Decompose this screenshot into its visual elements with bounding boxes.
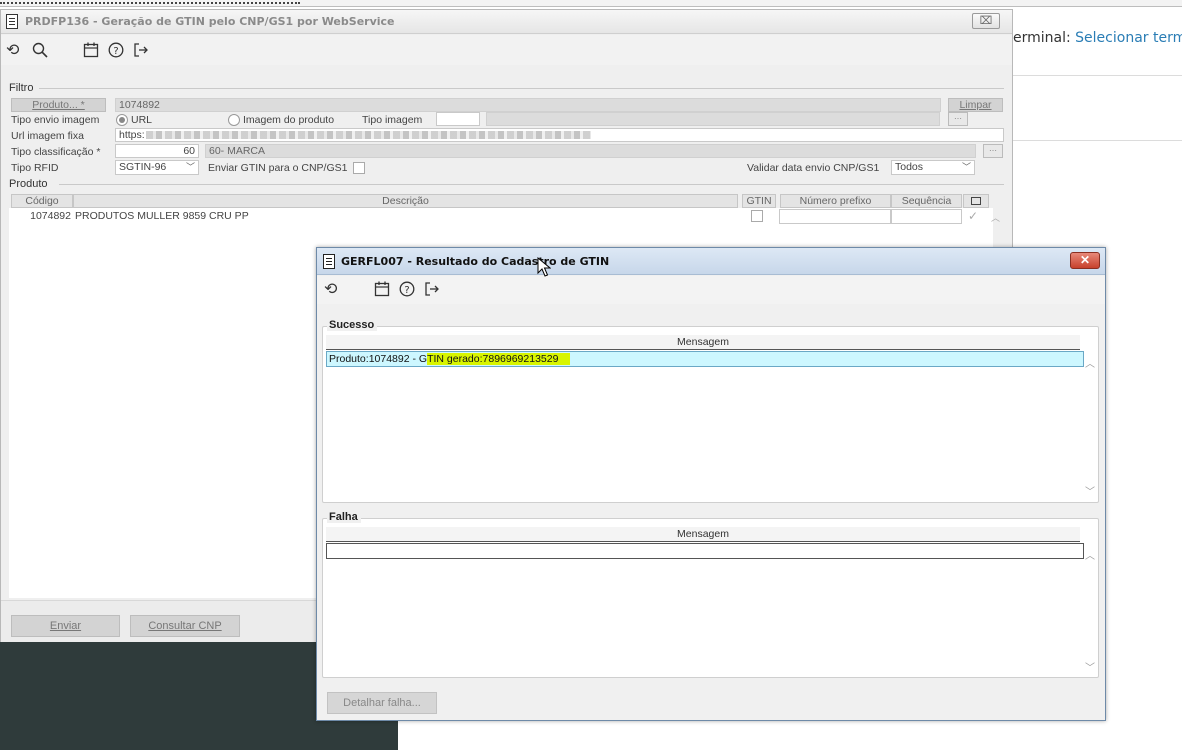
dialog-title: GERFL007 - Resultado do Cadastro de GTIN	[341, 255, 610, 268]
undo-icon[interactable]: ⟲	[6, 42, 19, 58]
enviar-label: Enviar	[49, 620, 82, 632]
tipo-imagem-lookup-button[interactable]: ⋯	[948, 112, 968, 126]
dialog-titlebar[interactable]: GERFL007 - Resultado do Cadastro de GTIN…	[317, 248, 1105, 275]
divider	[1013, 140, 1182, 141]
help-icon[interactable]: ?	[399, 281, 415, 300]
radio-url[interactable]	[116, 114, 128, 126]
scroll-up-icon[interactable]: ︿	[991, 211, 1000, 224]
validar-data-label: Validar data envio CNP/GS1	[747, 162, 880, 174]
url-value: https:	[119, 129, 145, 141]
radio-url-label: URL	[131, 114, 153, 126]
exit-icon[interactable]	[133, 42, 149, 61]
help-icon[interactable]: ?	[108, 42, 124, 61]
tipo-classificacao-label: Tipo classificação *	[11, 146, 101, 158]
falha-empty-row[interactable]	[326, 543, 1084, 559]
svg-text:?: ?	[404, 285, 409, 296]
dialog-body: Mensagem Produto:1074892 - GTIN gerado:7…	[317, 304, 1105, 720]
tipo-rfid-value: SGTIN-96	[119, 161, 167, 173]
background-top-strip	[0, 0, 1182, 7]
row-check-icon[interactable]: ✓	[968, 209, 978, 223]
scroll-down-icon[interactable]: ﹀	[1085, 483, 1095, 498]
tipo-classificacao-desc-field: 60- MARCA	[205, 144, 976, 158]
produto-legend: Produto	[9, 178, 51, 190]
document-icon	[6, 14, 18, 29]
main-window-title: PRDFP136 - Geração de GTIN pelo CNP/GS1 …	[25, 15, 395, 28]
main-toolbar: ⟲ ?	[1, 35, 1012, 65]
col-codigo[interactable]: Código	[11, 194, 73, 208]
tipo-imagem-desc-field	[486, 112, 940, 126]
select-all-toggle[interactable]	[963, 194, 989, 208]
tipo-rfid-label: Tipo RFID	[11, 162, 59, 174]
terminal-link[interactable]: Selecionar termin	[1075, 30, 1182, 46]
consultar-cnp-button[interactable]: Consultar CNP	[130, 615, 240, 637]
exit-icon[interactable]	[424, 281, 440, 300]
cell-codigo[interactable]: 1074892	[11, 209, 73, 225]
sucesso-header-mensagem[interactable]: Mensagem	[326, 335, 1080, 350]
sucesso-row[interactable]: Produto:1074892 - GTIN gerado:7896969213…	[326, 351, 1084, 367]
sucesso-section: Mensagem Produto:1074892 - GTIN gerado:7…	[322, 326, 1099, 503]
sucesso-legend: Sucesso	[327, 319, 378, 331]
scroll-up-icon[interactable]: ︿	[1085, 355, 1095, 370]
col-numero-prefixo[interactable]: Número prefixo	[780, 194, 891, 208]
terminal-selector: erminal: Selecionar termin	[1013, 30, 1182, 46]
url-label: Url imagem fixa	[11, 130, 84, 142]
chevron-down-icon: ﹀	[961, 162, 971, 172]
sequencia-field[interactable]	[891, 209, 962, 224]
scroll-down-icon[interactable]: ﹀	[1085, 659, 1095, 674]
document-icon	[323, 254, 335, 269]
enviar-gtin-checkbox[interactable]	[353, 162, 365, 174]
validar-data-value: Todos	[895, 161, 924, 173]
mouse-cursor-icon	[537, 257, 551, 277]
tipo-envio-label: Tipo envio imagem	[11, 114, 100, 126]
tipo-classificacao-lookup-button[interactable]: ⋯	[983, 144, 1003, 158]
limpar-button[interactable]: Limpar	[948, 98, 1003, 112]
tipo-classificacao-code-field[interactable]: 60	[115, 144, 199, 158]
detalhar-falha-button[interactable]: Detalhar falha...	[327, 692, 437, 714]
chevron-down-icon: ﹀	[185, 162, 195, 172]
radio-imagem-label: Imagem do produto	[243, 114, 335, 126]
cell-descricao[interactable]: PRODUTOS MULLER 9859 CRU PP	[75, 209, 735, 225]
produto-lookup-button[interactable]: Produto... *	[11, 98, 106, 112]
falha-legend: Falha	[327, 511, 361, 523]
dialog-close-button[interactable]: ✕	[1070, 252, 1100, 269]
sucesso-row-highlight: TIN gerado:7896969213529	[427, 353, 559, 365]
tipo-rfid-select[interactable]: SGTIN-96 ﹀	[115, 160, 199, 175]
enviar-gtin-label: Enviar GTIN para o CNP/GS1	[208, 162, 348, 174]
group-border	[39, 88, 1004, 89]
tipo-imagem-code-field[interactable]	[436, 112, 480, 126]
col-sequencia[interactable]: Sequência	[891, 194, 962, 208]
dialog-toolbar: ⟲ ?	[317, 276, 1105, 304]
falha-header-mensagem[interactable]: Mensagem	[326, 527, 1080, 542]
sucesso-row-prefix: Produto:1074892 - G	[329, 353, 428, 365]
scroll-up-icon[interactable]: ︿	[1085, 547, 1095, 562]
tipo-imagem-label: Tipo imagem	[362, 114, 423, 126]
radio-imagem-produto[interactable]	[228, 114, 240, 126]
svg-text:?: ?	[113, 46, 118, 57]
col-gtin[interactable]: GTIN	[742, 194, 776, 208]
col-descricao[interactable]: Descrição	[73, 194, 738, 208]
consultar-label: Consultar CNP	[148, 620, 222, 632]
limpar-label: Limpar	[959, 99, 992, 111]
validar-data-select[interactable]: Todos ﹀	[891, 160, 975, 175]
terminal-label: erminal:	[1013, 30, 1071, 46]
filtro-legend: Filtro	[9, 82, 37, 94]
calendar-icon[interactable]	[374, 281, 390, 300]
group-border	[59, 184, 1004, 185]
numero-prefixo-field[interactable]	[779, 209, 891, 224]
search-icon[interactable]	[32, 42, 48, 61]
falha-section: Mensagem ︿ ﹀	[322, 518, 1099, 678]
result-dialog: GERFL007 - Resultado do Cadastro de GTIN…	[316, 247, 1106, 721]
produto-field[interactable]: 1074892	[115, 98, 941, 112]
produto-button-label: Produto... *	[32, 99, 85, 111]
main-titlebar: PRDFP136 - Geração de GTIN pelo CNP/GS1 …	[1, 10, 1012, 34]
blurred-url-text	[146, 131, 591, 139]
main-close-button[interactable]: ⌧	[972, 13, 1000, 29]
undo-icon[interactable]: ⟲	[324, 281, 337, 297]
divider	[1013, 75, 1182, 76]
calendar-icon[interactable]	[83, 42, 99, 61]
enviar-button[interactable]: Enviar	[11, 615, 120, 637]
gtin-checkbox[interactable]	[751, 210, 763, 222]
